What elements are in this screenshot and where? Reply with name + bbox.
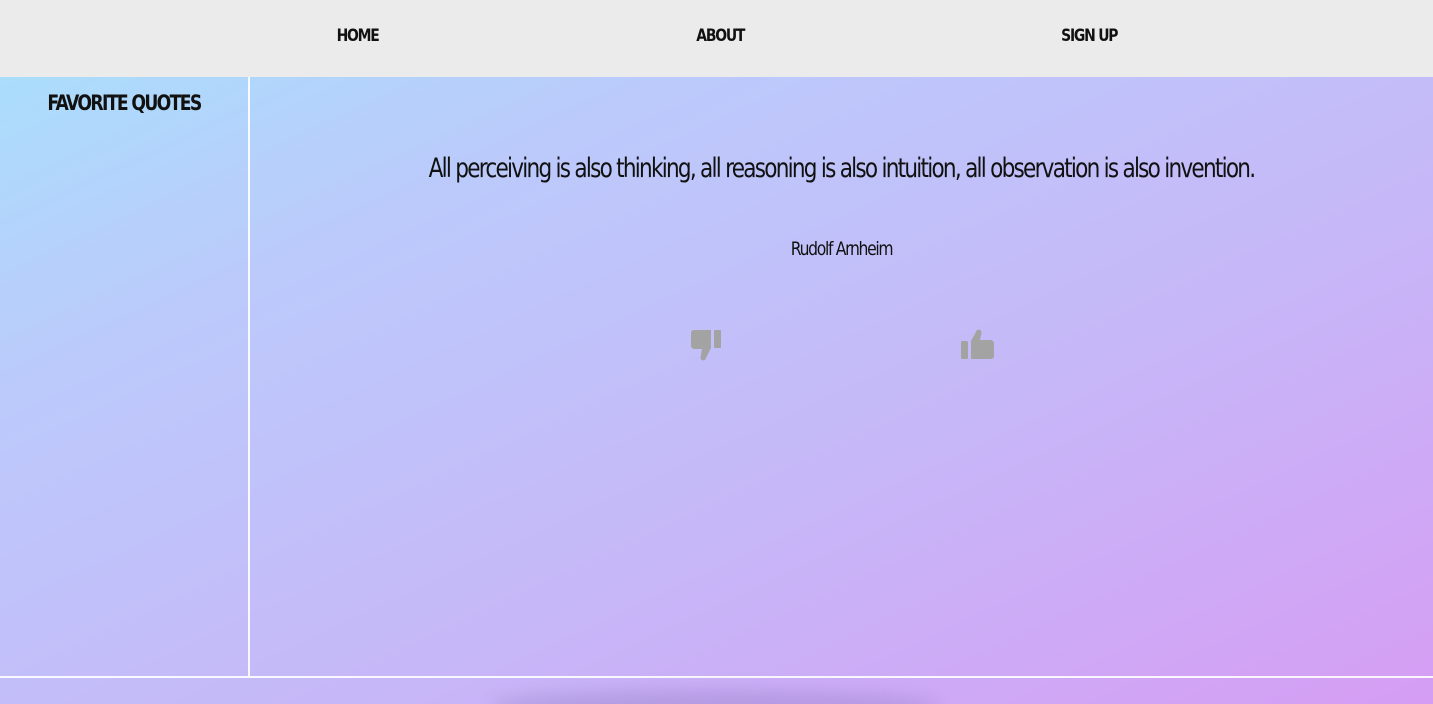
sidebar-title: FAVORITE QUOTES bbox=[47, 91, 202, 115]
footer bbox=[0, 678, 1433, 704]
thumbs-up-icon bbox=[961, 329, 994, 359]
nav-home-link[interactable]: HOME bbox=[337, 26, 380, 46]
quote-author: Rudolf Arnheim bbox=[790, 238, 894, 260]
quote-panel: All perceiving is also thinking, all rea… bbox=[250, 77, 1433, 676]
dislike-button[interactable] bbox=[690, 327, 726, 363]
footer-shadow-decoration bbox=[490, 690, 940, 704]
sidebar: FAVORITE QUOTES bbox=[0, 77, 250, 676]
nav-signup-link[interactable]: SIGN UP bbox=[1061, 26, 1118, 46]
nav-about-link[interactable]: ABOUT bbox=[696, 26, 745, 46]
quote-text: All perceiving is also thinking, all rea… bbox=[428, 153, 1256, 184]
like-button[interactable] bbox=[960, 327, 996, 363]
thumbs-down-icon bbox=[691, 330, 721, 361]
top-navbar: HOME ABOUT SIGN UP bbox=[0, 0, 1433, 77]
